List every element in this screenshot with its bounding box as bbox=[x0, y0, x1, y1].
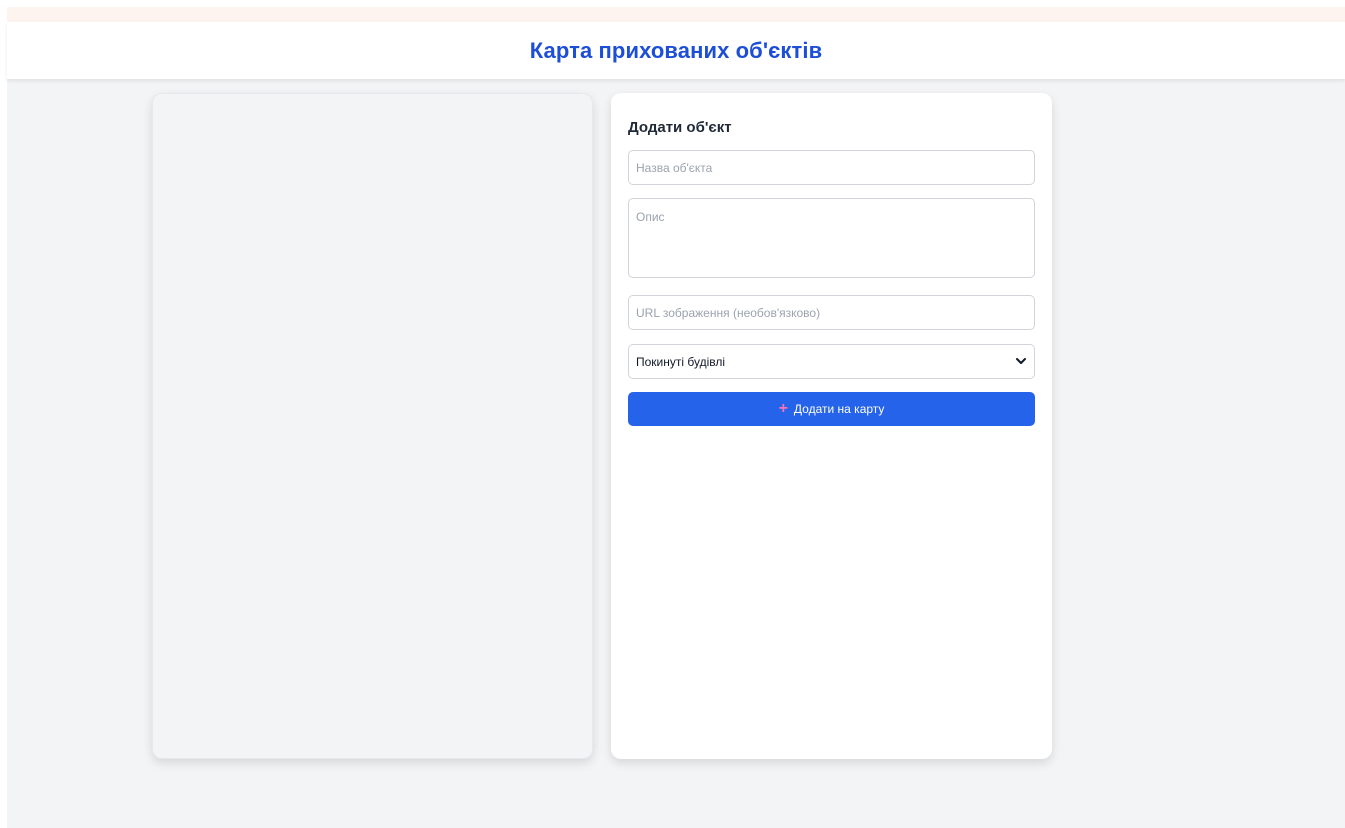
add-object-form: Додати об'єкт Покинуті будівлі + Додати … bbox=[611, 93, 1052, 759]
page: Карта прихованих об'єктів Додати об'єкт … bbox=[7, 7, 1345, 828]
plus-icon: + bbox=[778, 400, 788, 417]
form-title: Додати об'єкт bbox=[628, 119, 732, 136]
object-name-input[interactable] bbox=[628, 150, 1035, 185]
map-panel[interactable] bbox=[152, 93, 593, 759]
description-textarea[interactable] bbox=[628, 198, 1035, 278]
category-select[interactable]: Покинуті будівлі bbox=[628, 344, 1035, 379]
app-header: Карта прихованих об'єктів bbox=[7, 22, 1345, 79]
image-url-input[interactable] bbox=[628, 295, 1035, 330]
top-strip bbox=[7, 7, 1345, 22]
add-to-map-label: Додати на карту bbox=[793, 402, 885, 416]
page-title: Карта прихованих об'єктів bbox=[529, 37, 823, 63]
add-to-map-button[interactable]: + Додати на карту bbox=[628, 392, 1035, 426]
